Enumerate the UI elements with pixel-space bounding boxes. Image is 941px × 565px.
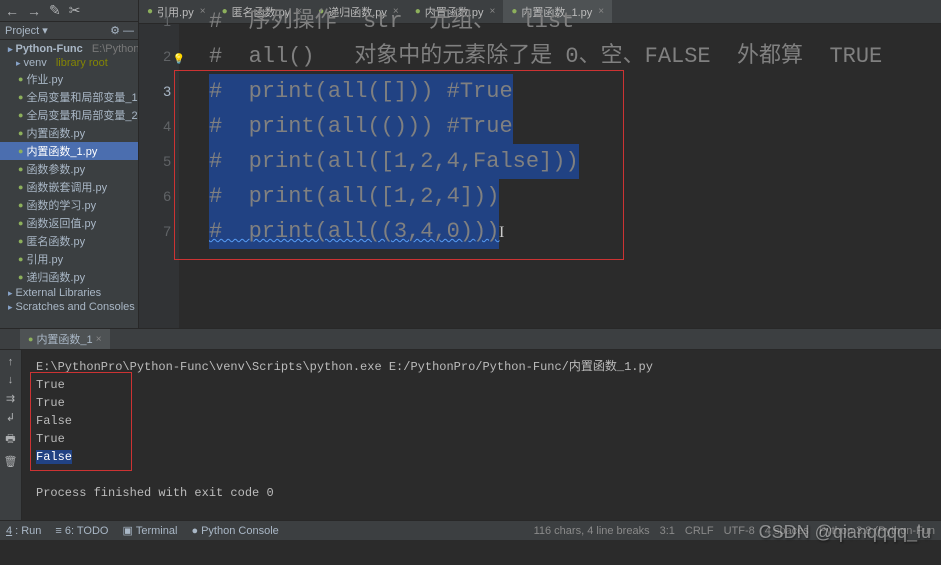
python-icon: ● [18,236,23,246]
tree-file[interactable]: ●内置函数.py [0,124,138,142]
run-tabs: ●内置函数_1× [0,328,941,350]
console-line: False [36,412,927,430]
sb-crlf[interactable]: CRLF [685,525,714,537]
tree-file[interactable]: ●全局变量和局部变量_2.py [0,106,138,124]
run-console: ↑ ↓ ⇉ ↲ 🖶 🗑 E:\PythonPro\Python-Func\ven… [0,350,941,520]
python-icon: ● [18,110,23,120]
console-line: True [36,394,927,412]
gear-icon[interactable]: ⚙ [110,24,120,37]
scissors-icon[interactable]: ✂ [69,2,81,19]
print-icon[interactable]: 🖶 [5,430,15,449]
python-icon: ● [18,92,23,102]
sb-pyconsole[interactable]: ● Python Console [191,524,278,537]
python-icon: ● [28,334,33,344]
wrap-icon[interactable]: ↲ [6,411,15,424]
console-line: True [36,430,927,448]
sb-chars: 116 chars, 4 line breaks [534,525,650,537]
scratch-icon: ▸ [8,302,13,313]
tree-scratches[interactable]: ▸Scratches and Consoles [0,300,138,314]
console-exit: Process finished with exit code 0 [36,484,927,502]
tree-file[interactable]: ●函数的学习.py [0,196,138,214]
tree-file[interactable]: ●递归函数.py [0,268,138,286]
python-icon: ● [18,254,23,264]
sb-terminal[interactable]: ▣ Terminal [122,524,177,537]
tree-file[interactable]: ●函数返回值.py [0,214,138,232]
close-icon[interactable]: × [96,334,102,345]
down-icon[interactable]: ↓ [8,374,14,386]
tree-file[interactable]: ●引用.py [0,250,138,268]
sb-todo[interactable]: ≡ 6: TODO [55,524,108,537]
trash-icon[interactable]: 🗑 [4,455,18,468]
sb-pos[interactable]: 3:1 [660,525,675,537]
code-editor[interactable]: 12💡34567 # 序列操作 str 元组、 list # all() 对象中… [139,0,941,328]
forward-icon[interactable]: → [27,3,41,19]
code-area[interactable]: # 序列操作 str 元组、 list # all() 对象中的元素除了是 0、… [179,0,941,328]
console-output[interactable]: E:\PythonPro\Python-Func\venv\Scripts\py… [22,350,941,520]
sb-enc[interactable]: UTF-8 [724,525,755,537]
sb-run[interactable]: 44: Run: Run [6,524,41,537]
python-icon: ● [18,200,23,210]
tree-file[interactable]: ●作业.py [0,70,138,88]
folder-icon: ▸ [8,44,13,55]
tree-file-selected[interactable]: ●内置函数_1.py [0,142,138,160]
console-line: True [36,376,927,394]
tree-ext-lib[interactable]: ▸External Libraries [0,286,138,300]
project-sidebar: ← → ✎ ✂ Project ▾ ⚙ — ▸Python-Func E:\Py… [0,0,139,328]
status-bar: 44: Run: Run ≡ 6: TODO ▣ Terminal ● Pyth… [0,520,941,540]
mini-toolbar: ← → ✎ ✂ [0,0,138,22]
console-toolbar: ↑ ↓ ⇉ ↲ 🖶 🗑 [0,350,22,520]
tree-file[interactable]: ●全局变量和局部变量_1.py [0,88,138,106]
library-icon: ▸ [8,288,13,299]
collapse-icon[interactable]: — [123,25,134,37]
python-icon: ● [18,146,23,156]
python-icon: ● [18,182,23,192]
tree-root[interactable]: ▸Python-Func E:\PythonPro\Pyth [0,42,138,56]
back-icon[interactable]: ← [5,3,19,19]
run-tab[interactable]: ●内置函数_1× [20,329,110,349]
project-tree: ▸Python-Func E:\PythonPro\Pyth ▸venv lib… [0,40,138,314]
python-icon: ● [18,272,23,282]
rerun-icon[interactable]: ↑ [8,356,14,368]
console-cmd: E:\PythonPro\Python-Func\venv\Scripts\py… [36,358,927,376]
python-icon: ● [18,218,23,228]
text-cursor: I [499,215,504,250]
tree-file[interactable]: ●函数嵌套调用.py [0,178,138,196]
tree-file[interactable]: ●函数参数.py [0,160,138,178]
console-line: False [36,448,927,466]
project-header[interactable]: Project ▾ ⚙ — [0,22,138,40]
tree-venv[interactable]: ▸venv library root [0,56,138,70]
tree-file[interactable]: ●匿名函数.py [0,232,138,250]
filter-icon[interactable]: ⇉ [6,392,15,405]
python-icon: ● [18,128,23,138]
sb-indent[interactable]: 4 spaces [765,525,809,537]
pencil-icon[interactable]: ✎ [49,2,61,19]
line-gutter: 12💡34567 [139,0,179,328]
python-icon: ● [18,164,23,174]
folder-icon: ▸ [16,58,21,69]
sb-interp[interactable]: Python 3.8 (Python-Fun [819,525,935,537]
python-icon: ● [18,74,23,84]
